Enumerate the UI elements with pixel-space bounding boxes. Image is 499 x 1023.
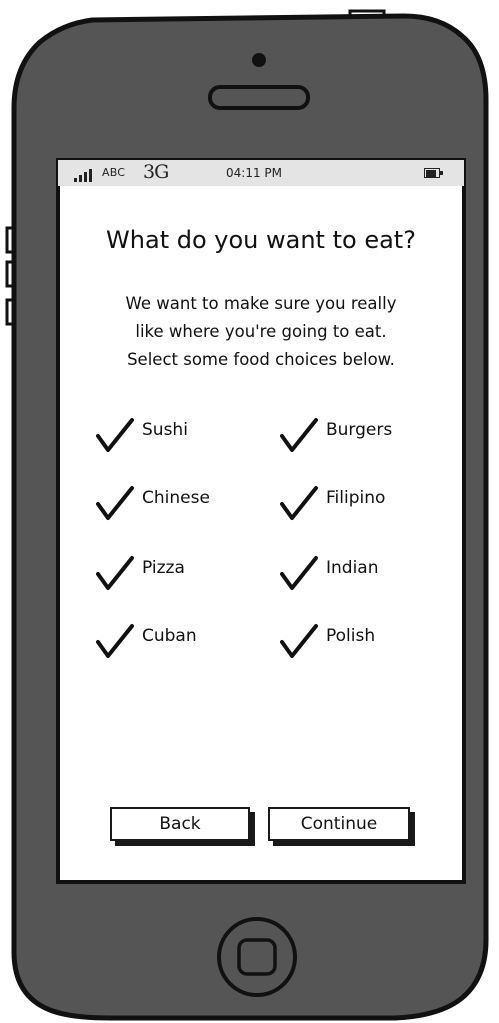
status-bar: ABC 3G 04:11 PM [58, 160, 464, 186]
checkmark-icon [96, 556, 134, 590]
continue-button[interactable]: Continue [268, 807, 410, 841]
choice-chinese[interactable]: Chinese [96, 482, 276, 522]
status-time: 04:11 PM [226, 166, 282, 180]
description-line: We want to make sure you really [125, 294, 397, 313]
choice-label: Pizza [142, 558, 185, 578]
page-description: We want to make sure you really like whe… [58, 290, 464, 374]
page-title: What do you want to eat? [106, 226, 416, 254]
choice-cuban[interactable]: Cuban [96, 620, 276, 660]
checkmark-icon [280, 486, 318, 520]
checkmark-icon [96, 624, 134, 658]
checkmark-icon [96, 418, 134, 452]
choice-sushi[interactable]: Sushi [96, 414, 276, 454]
choice-label: Indian [326, 558, 379, 578]
battery-icon [424, 168, 446, 179]
choice-indian[interactable]: Indian [280, 552, 460, 592]
checkmark-icon [96, 486, 134, 520]
signal-bars-icon [74, 168, 96, 182]
checkmark-icon [280, 418, 318, 452]
choice-pizza[interactable]: Pizza [96, 552, 276, 592]
home-square-icon [237, 938, 277, 976]
mockup-stage: ABC 3G 04:11 PM What do you want to eat?… [0, 0, 499, 1023]
choice-label: Polish [326, 626, 376, 646]
checkmark-icon [280, 624, 318, 658]
network-label: 3G [143, 161, 169, 183]
choice-filipino[interactable]: Filipino [280, 482, 460, 522]
back-button[interactable]: Back [110, 807, 250, 841]
checkmark-icon [280, 556, 318, 590]
choice-label: Filipino [326, 488, 386, 508]
carrier-label: ABC [102, 166, 126, 179]
description-line: Select some food choices below. [127, 350, 395, 369]
description-line: like where you're going to eat. [135, 322, 387, 341]
choice-burgers[interactable]: Burgers [280, 414, 460, 454]
choice-label: Burgers [326, 420, 393, 440]
choice-label: Sushi [142, 420, 188, 440]
choice-label: Chinese [142, 488, 210, 508]
choice-polish[interactable]: Polish [280, 620, 460, 660]
home-button[interactable] [212, 912, 302, 1002]
choice-label: Cuban [142, 626, 197, 646]
